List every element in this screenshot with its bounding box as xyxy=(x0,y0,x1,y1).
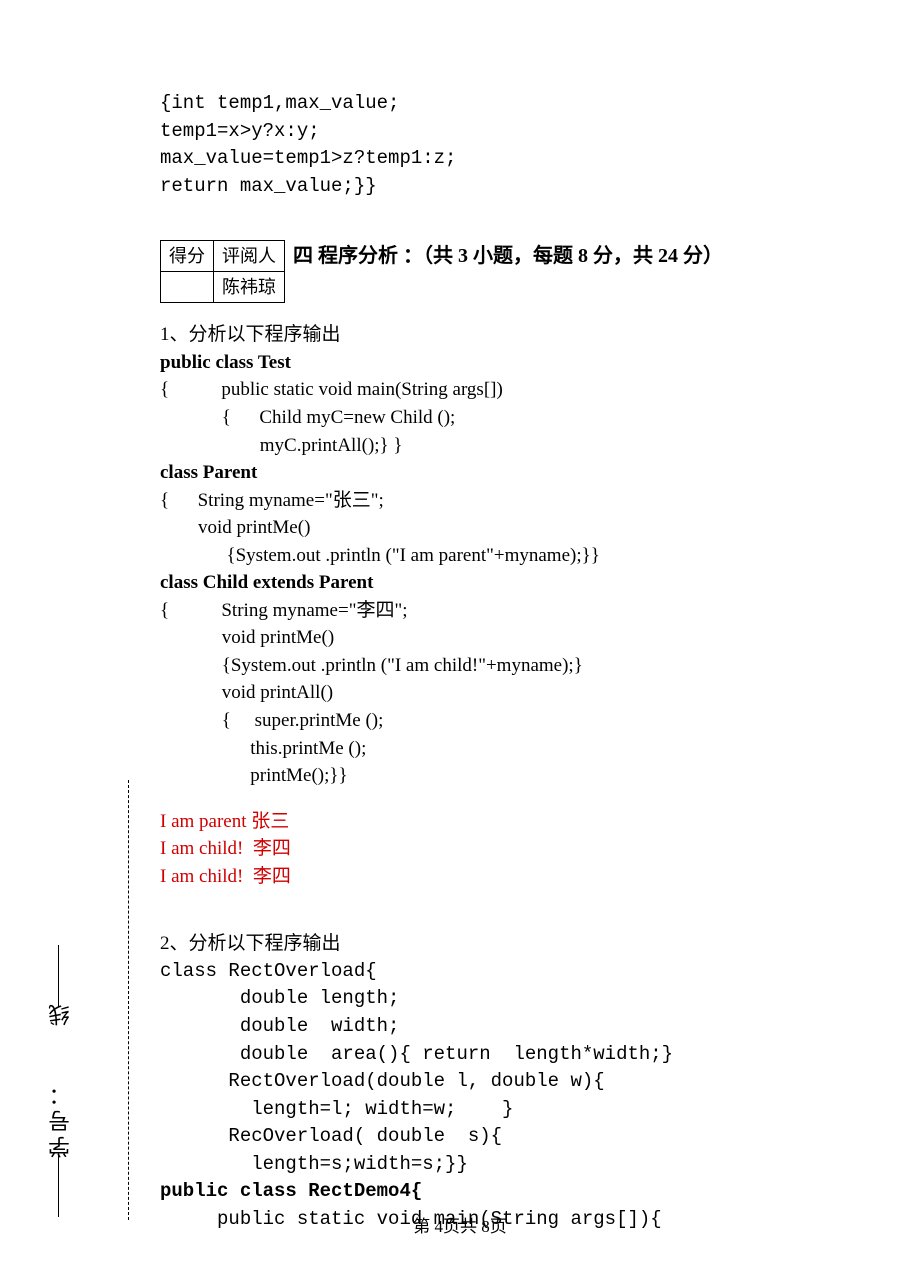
score-reviewer-name: 陈祎琼 xyxy=(214,272,285,303)
code-line: void printMe() xyxy=(160,624,860,652)
code-line: { Child myC=new Child (); xyxy=(160,404,860,432)
code-line: {System.out .println ("I am parent"+myna… xyxy=(160,542,860,570)
code-line: double length; xyxy=(160,985,860,1013)
code-line: RectOverload(double l, double w){ xyxy=(160,1068,860,1096)
code-line: printMe();}} xyxy=(160,762,860,790)
code-line: void printAll() xyxy=(160,679,860,707)
score-header-reviewer: 评阅人 xyxy=(214,241,285,272)
code-line: double area(){ return length*width;} xyxy=(160,1041,860,1069)
page-footer: 第 4页共 8页 xyxy=(0,1212,920,1237)
q1-code: public class Test { public static void m… xyxy=(160,349,860,790)
code-line: length=l; width=w; } xyxy=(160,1096,860,1124)
q2-prompt: 2、分析以下程序输出 xyxy=(160,930,860,958)
code-line: { public static void main(String args[]) xyxy=(160,376,860,404)
output-line: I am child! 李四 xyxy=(160,863,860,891)
q1-prompt: 1、分析以下程序输出 xyxy=(160,321,860,349)
side-label-student-id: 学号： xyxy=(45,1080,77,1158)
binding-solid-line xyxy=(58,1155,59,1217)
section-4-header: 得分 评阅人 陈祎琼 四 程序分析 ：（共 3 小题，每题 8 分，共 24 分… xyxy=(160,240,860,303)
q1-output: I am parent 张三 I am child! 李四 I am child… xyxy=(160,808,860,891)
code-line: double width; xyxy=(160,1013,860,1041)
code-line: { String myname="李四"; xyxy=(160,597,860,625)
score-header-points: 得分 xyxy=(161,241,214,272)
code-line: myC.printAll();} } xyxy=(160,432,860,460)
code-line: this.printMe (); xyxy=(160,735,860,763)
binding-solid-line xyxy=(58,945,59,1007)
q2-code: class RectOverload{ double length; doubl… xyxy=(160,958,860,1233)
code-line: {System.out .println ("I am child!"+myna… xyxy=(160,652,860,680)
score-points-cell xyxy=(161,272,214,303)
code-line: { super.printMe (); xyxy=(160,707,860,735)
binding-dotted-line xyxy=(128,780,129,1220)
code-line: length=s;width=s;}} xyxy=(160,1151,860,1179)
output-line: I am parent 张三 xyxy=(160,808,860,836)
code-line: class Child extends Parent xyxy=(160,569,860,597)
code-line: class Parent xyxy=(160,459,860,487)
code-line: public class Test xyxy=(160,349,860,377)
code-line: RecOverload( double s){ xyxy=(160,1123,860,1151)
score-table: 得分 评阅人 陈祎琼 xyxy=(160,240,285,303)
side-label-line: 线 xyxy=(45,1000,77,1026)
output-line: I am child! 李四 xyxy=(160,835,860,863)
content-area: {int temp1,max_value; temp1=x>y?x:y; max… xyxy=(160,90,860,1233)
code-line: void printMe() xyxy=(160,514,860,542)
code-line: { String myname="张三"; xyxy=(160,487,860,515)
code-line: public class RectDemo4{ xyxy=(160,1178,860,1206)
code-top: {int temp1,max_value; temp1=x>y?x:y; max… xyxy=(160,90,860,200)
page: {int temp1,max_value; temp1=x>y?x:y; max… xyxy=(0,0,920,1277)
code-line: class RectOverload{ xyxy=(160,958,860,986)
